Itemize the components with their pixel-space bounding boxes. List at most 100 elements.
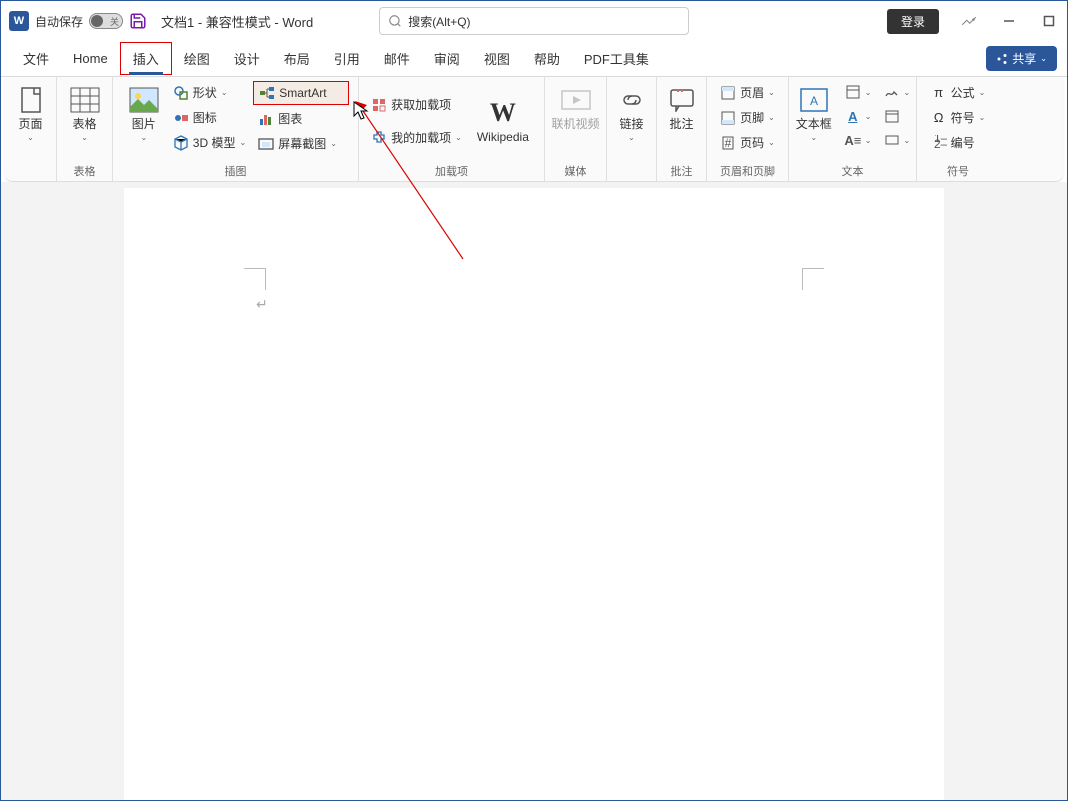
link-button[interactable]: 链接 ⌄ xyxy=(610,81,654,146)
menu-mailings[interactable]: 邮件 xyxy=(372,43,422,74)
icons-icon xyxy=(173,110,189,126)
menu-file[interactable]: 文件 xyxy=(11,43,61,74)
link-icon xyxy=(617,85,647,115)
video-icon xyxy=(561,85,591,115)
group-label-media: 媒体 xyxy=(565,161,587,179)
ribbon-display-icon[interactable] xyxy=(959,11,979,31)
comment-button[interactable]: 批注 xyxy=(660,81,704,135)
share-icon xyxy=(996,53,1008,65)
document-area: ↵ xyxy=(1,182,1067,800)
table-button[interactable]: 表格 ⌄ xyxy=(61,81,109,146)
group-label-comments: 批注 xyxy=(671,161,693,179)
icons-button[interactable]: 图标 xyxy=(168,106,251,129)
screenshot-icon xyxy=(258,136,274,152)
group-label-addins: 加载项 xyxy=(435,161,468,179)
pagenum-icon: # xyxy=(720,135,736,151)
wikipedia-icon: W xyxy=(488,98,518,128)
symbol-button[interactable]: Ω 符号⌄ xyxy=(926,106,991,129)
document-page[interactable]: ↵ xyxy=(124,188,944,800)
autosave-toggle[interactable]: 关 xyxy=(89,13,123,29)
my-addins-button[interactable]: 我的加载项⌄ xyxy=(366,126,467,149)
menu-view[interactable]: 视图 xyxy=(472,43,522,74)
save-icon[interactable] xyxy=(129,12,147,30)
header-button[interactable]: 页眉⌄ xyxy=(715,81,780,104)
object-button[interactable]: ⌄ xyxy=(879,129,916,151)
autosave-label: 自动保存 xyxy=(35,13,83,30)
comment-icon xyxy=(667,85,697,115)
page-button[interactable]: 页面 ⌄ xyxy=(7,81,55,146)
get-addins-button[interactable]: 获取加载项 xyxy=(366,93,467,116)
group-label-table: 表格 xyxy=(74,161,96,179)
picture-icon xyxy=(129,85,159,115)
menu-references[interactable]: 引用 xyxy=(322,43,372,74)
group-label-illustrations: 插图 xyxy=(225,161,247,179)
page-number-button[interactable]: # 页码⌄ xyxy=(715,131,780,154)
group-label-symbols: 符号 xyxy=(947,161,969,179)
number-icon: 1—2— xyxy=(931,135,947,151)
menu-design[interactable]: 设计 xyxy=(222,43,272,74)
date-icon xyxy=(884,108,900,124)
quick-parts-button[interactable]: ⌄ xyxy=(840,81,877,103)
ribbon: 页面 ⌄ 表格 ⌄ 表格 图片 ⌄ xyxy=(5,77,1063,182)
equation-button[interactable]: π 公式⌄ xyxy=(926,81,991,104)
menu-bar: 文件 Home 插入 绘图 设计 布局 引用 邮件 审阅 视图 帮助 PDF工具… xyxy=(1,41,1067,77)
minimize-icon[interactable] xyxy=(999,11,1019,31)
paragraph-mark-icon: ↵ xyxy=(256,296,268,313)
search-icon xyxy=(388,14,402,28)
wordart-icon: A xyxy=(845,108,861,124)
shapes-icon xyxy=(173,85,189,101)
number-button[interactable]: 1—2— 编号 xyxy=(926,131,991,154)
wordart-button[interactable]: A⌄ xyxy=(840,105,877,127)
search-input[interactable]: 搜索(Alt+Q) xyxy=(379,7,689,35)
object-icon xyxy=(884,132,900,148)
shapes-button[interactable]: 形状⌄ xyxy=(168,81,251,104)
maximize-icon[interactable] xyxy=(1039,11,1059,31)
page-icon xyxy=(16,85,46,115)
svg-text:#: # xyxy=(725,136,732,150)
menu-layout[interactable]: 布局 xyxy=(272,43,322,74)
textbox-icon: A xyxy=(799,85,829,115)
table-icon xyxy=(70,85,100,115)
svg-text:A: A xyxy=(810,94,818,108)
share-button[interactable]: 共享 ⌄ xyxy=(986,46,1057,71)
equation-icon: π xyxy=(931,85,947,101)
dropcap-icon: A≡ xyxy=(845,132,861,148)
online-video-button[interactable]: 联机视频 xyxy=(548,81,604,135)
parts-icon xyxy=(845,84,861,100)
textbox-button[interactable]: A 文本框 ⌄ xyxy=(790,81,838,146)
smartart-icon xyxy=(259,85,275,101)
group-label-text: 文本 xyxy=(842,161,864,179)
addin-icon xyxy=(371,130,387,146)
margin-corner-icon xyxy=(244,268,266,290)
store-icon xyxy=(371,97,387,113)
dropcap-button[interactable]: A≡⌄ xyxy=(840,129,877,151)
menu-help[interactable]: 帮助 xyxy=(522,43,572,74)
footer-icon xyxy=(720,110,736,126)
signature-button[interactable]: ⌄ xyxy=(879,81,916,103)
3d-model-button[interactable]: 3D 模型⌄ xyxy=(168,131,251,154)
menu-pdf-tools[interactable]: PDF工具集 xyxy=(572,43,661,74)
datetime-button[interactable] xyxy=(879,105,916,127)
picture-button[interactable]: 图片 ⌄ xyxy=(122,81,166,146)
margin-corner-icon xyxy=(802,268,824,290)
chart-icon xyxy=(258,111,274,127)
header-icon xyxy=(720,85,736,101)
menu-review[interactable]: 审阅 xyxy=(422,43,472,74)
menu-draw[interactable]: 绘图 xyxy=(172,43,222,74)
word-app-icon: W xyxy=(9,11,29,31)
signature-icon xyxy=(884,84,900,100)
title-bar: W 自动保存 关 文档1 - 兼容性模式 - Word 搜索(Alt+Q) 登录 xyxy=(1,1,1067,41)
login-button[interactable]: 登录 xyxy=(887,9,939,34)
chart-button[interactable]: 图表 xyxy=(253,107,349,130)
wikipedia-button[interactable]: W Wikipedia xyxy=(469,94,537,148)
search-placeholder: 搜索(Alt+Q) xyxy=(408,13,470,30)
menu-home[interactable]: Home xyxy=(61,45,120,72)
smartart-button[interactable]: SmartArt xyxy=(253,81,349,105)
symbol-icon: Ω xyxy=(931,110,947,126)
document-title: 文档1 - 兼容性模式 - Word xyxy=(161,12,313,31)
svg-text:2—: 2— xyxy=(934,137,947,151)
screenshot-button[interactable]: 屏幕截图⌄ xyxy=(253,132,349,155)
menu-insert[interactable]: 插入 xyxy=(120,42,172,75)
group-label-headerfooter: 页眉和页脚 xyxy=(720,161,775,179)
footer-button[interactable]: 页脚⌄ xyxy=(715,106,780,129)
